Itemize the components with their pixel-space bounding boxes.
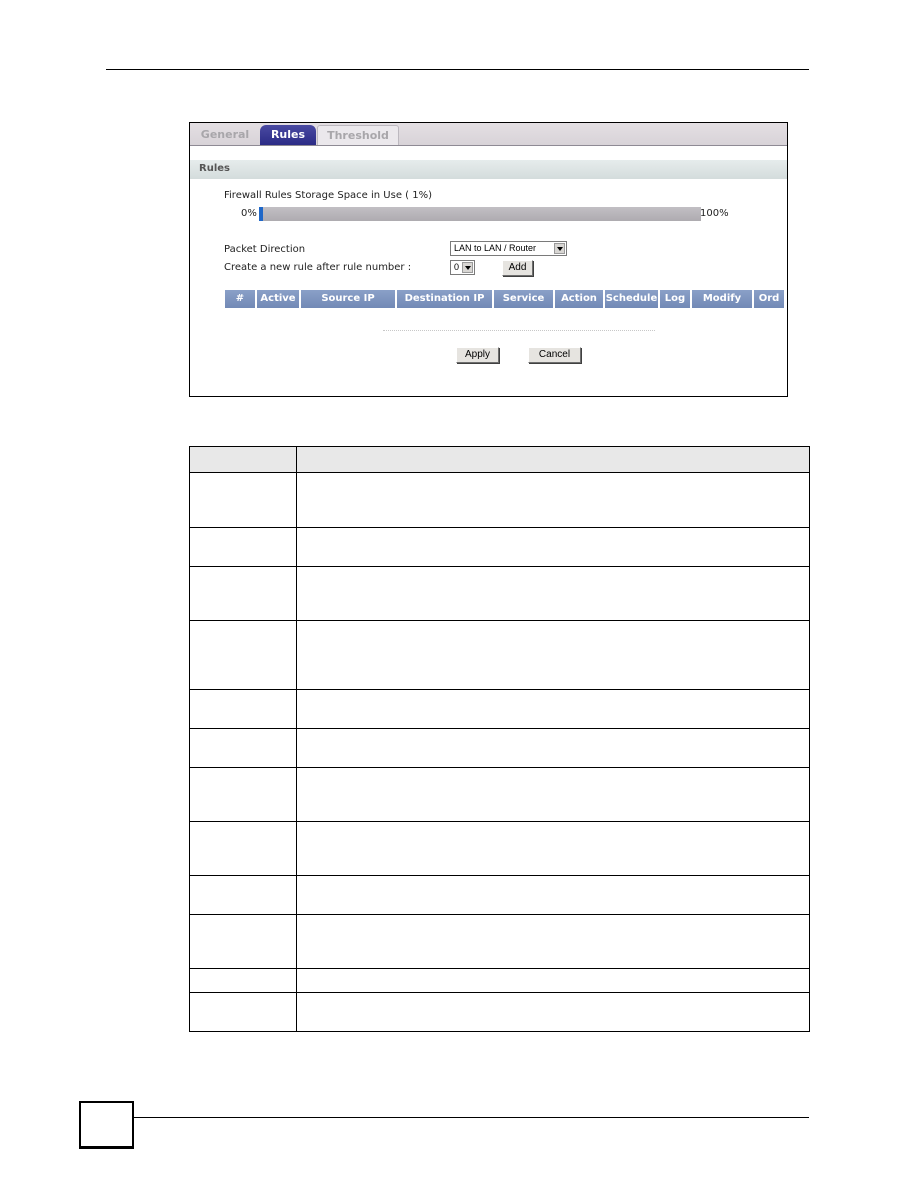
table-row — [189, 821, 810, 876]
column-header-active: Active — [257, 290, 299, 308]
packet-direction-select[interactable]: LAN to LAN / Router — [450, 241, 567, 256]
table-row — [189, 875, 810, 915]
table-row — [189, 689, 810, 729]
storage-label: Firewall Rules Storage Space in Use ( 1%… — [224, 190, 433, 201]
description-table-header — [189, 446, 810, 473]
tab-bar: General Rules Threshold — [190, 123, 787, 146]
column-header-order: Ord — [754, 290, 784, 308]
tab-threshold[interactable]: Threshold — [317, 125, 399, 145]
section-header: Rules — [190, 160, 787, 179]
description-header-cell — [296, 446, 810, 473]
footer-rule — [134, 1117, 809, 1118]
header-rule — [106, 69, 809, 70]
table-row — [189, 968, 810, 993]
column-header-service: Service — [494, 290, 553, 308]
storage-progress-fill — [259, 207, 264, 221]
page-number-box — [79, 1101, 134, 1149]
column-header-modify: Modify — [692, 290, 752, 308]
column-header-destination-ip: Destination IP — [397, 290, 492, 308]
tab-rules[interactable]: Rules — [260, 125, 316, 145]
chevron-down-icon[interactable] — [554, 243, 565, 254]
column-header-schedule: Schedule — [605, 290, 658, 308]
description-table — [189, 446, 810, 1032]
table-row — [189, 914, 810, 969]
rule-number-value: 0 — [454, 262, 460, 272]
table-row — [189, 566, 810, 621]
table-row — [189, 992, 810, 1032]
table-row — [189, 767, 810, 822]
table-row — [189, 728, 810, 768]
column-header-action: Action — [555, 290, 603, 308]
rules-table-header: # Active Source IP Destination IP Servic… — [225, 290, 786, 308]
progress-max-label: 100% — [700, 208, 729, 219]
packet-direction-label: Packet Direction — [224, 244, 306, 255]
cancel-button[interactable]: Cancel — [528, 347, 581, 363]
tab-general[interactable]: General — [192, 125, 258, 145]
storage-progress-bar — [259, 207, 701, 221]
apply-button[interactable]: Apply — [456, 347, 499, 363]
column-header-log: Log — [660, 290, 690, 308]
column-header-number: # — [225, 290, 255, 308]
add-button[interactable]: Add — [502, 260, 533, 276]
label-header-cell — [189, 446, 297, 473]
new-rule-label: Create a new rule after rule number : — [224, 262, 412, 273]
table-row — [189, 620, 810, 690]
table-row — [189, 527, 810, 567]
rule-number-select[interactable]: 0 — [450, 260, 475, 275]
firewall-rules-screenshot: General Rules Threshold Rules Firewall R… — [189, 122, 788, 397]
progress-min-label: 0% — [241, 208, 257, 219]
table-row — [189, 472, 810, 528]
column-header-source-ip: Source IP — [301, 290, 395, 308]
packet-direction-value: LAN to LAN / Router — [454, 243, 537, 253]
section-title: Rules — [199, 163, 230, 174]
empty-rules-divider — [383, 330, 655, 331]
chevron-down-icon[interactable] — [462, 262, 473, 273]
